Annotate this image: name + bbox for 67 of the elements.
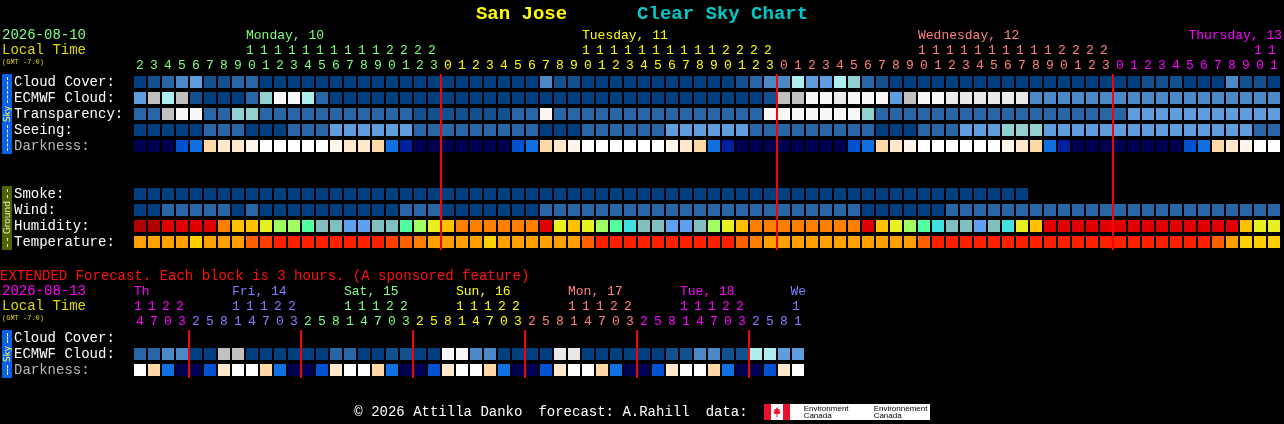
- chart-title: Clear Sky Chart: [637, 3, 809, 25]
- row-label: Temperature:: [14, 234, 116, 250]
- hour-tens-digits: 11111111112222: [245, 43, 442, 58]
- dashed-line: [6, 77, 8, 104]
- hour-digits: 012345678901234567890123: [779, 58, 1117, 73]
- forecast-date: 2026-08-10: [2, 28, 87, 43]
- hour-digits: 2345678901234567890123: [135, 58, 445, 73]
- copyright-text: © 2026 Attilla Danko: [354, 404, 523, 420]
- section-tab-label: Sky: [2, 106, 12, 122]
- day-label: Sat, 15: [344, 284, 399, 299]
- day-label: Sun, 16: [456, 284, 511, 299]
- day-label: Wednesday, 12: [918, 28, 1020, 43]
- row-label: ECMWF Cloud:: [14, 90, 116, 106]
- local-time-label: Local Time: [2, 43, 87, 58]
- day-label: Fri, 14: [232, 284, 287, 299]
- hour-digits: 25814703: [415, 314, 528, 329]
- day-label: Tue, 18: [680, 284, 735, 299]
- row-label: Cloud Cover:: [14, 74, 116, 90]
- day-label: Tuesday, 11: [582, 28, 668, 43]
- row-label: Cloud Cover:: [14, 330, 116, 346]
- dashed-line: [6, 364, 8, 375]
- dashed-line: [6, 237, 8, 247]
- data-credit-label: data:: [705, 404, 748, 420]
- row-label: Darkness:: [14, 362, 91, 378]
- section-tab-label: Sky: [2, 346, 12, 362]
- day-label: Monday, 10: [246, 28, 324, 43]
- hour-tens-digits: 1: [792, 299, 806, 314]
- row-label: Transparency:: [14, 106, 125, 122]
- dashed-line: [6, 124, 8, 151]
- hour-digits: 25814703: [527, 314, 640, 329]
- day-label: We: [790, 284, 806, 299]
- row-label: Smoke:: [14, 186, 66, 202]
- hour-digits: 012345678901: [1115, 58, 1284, 73]
- extended-forecast-notice: EXTENDED Forecast. Each block is 3 hours. (A sponsored feature): [0, 269, 531, 284]
- section-tab-label: Ground: [2, 201, 12, 235]
- hour-tens-digits: 11111111112222: [917, 43, 1114, 58]
- dashed-line: [6, 189, 8, 199]
- row-label: ECMWF Cloud:: [14, 346, 116, 362]
- dashed-line: [6, 333, 8, 344]
- hour-tens-digits: 11: [1254, 43, 1282, 58]
- day-label: Thursday, 13: [1188, 28, 1282, 43]
- hour-tens-digits: 11122: [232, 299, 302, 314]
- logo-text: Environment Canada: [803, 405, 850, 419]
- hour-digits: 25814703: [191, 314, 304, 329]
- location-title: San Jose: [475, 3, 568, 25]
- hour-tens-digits: 11122: [568, 299, 638, 314]
- forecast-date: 2026-08-13: [2, 284, 87, 299]
- hour-tens-digits: 11122: [680, 299, 750, 314]
- hour-digits: 2581: [751, 314, 808, 329]
- row-label: Humidity:: [14, 218, 91, 234]
- forecast-credit: forecast: A.Rahill: [538, 404, 690, 420]
- hour-tens-digits: 11111111112222: [581, 43, 778, 58]
- day-label: Mon, 17: [568, 284, 623, 299]
- hour-digits: 25814703: [303, 314, 416, 329]
- row-label: Wind:: [14, 202, 57, 218]
- hour-tens-digits: 1122: [134, 299, 190, 314]
- canada-flag-icon: [763, 404, 790, 420]
- hour-digits: 25814703: [639, 314, 752, 329]
- hour-digits: 012345678901234567890123: [443, 58, 781, 73]
- day-label: Th: [134, 284, 150, 299]
- logo-text: Environnement Canada: [873, 405, 929, 419]
- row-label: Seeing:: [14, 122, 74, 138]
- hour-tens-digits: 11122: [344, 299, 414, 314]
- hour-tens-digits: 11122: [456, 299, 526, 314]
- hour-digits: 4703: [135, 314, 192, 329]
- local-time-label: Local Time: [2, 299, 87, 314]
- row-label: Darkness:: [14, 138, 91, 154]
